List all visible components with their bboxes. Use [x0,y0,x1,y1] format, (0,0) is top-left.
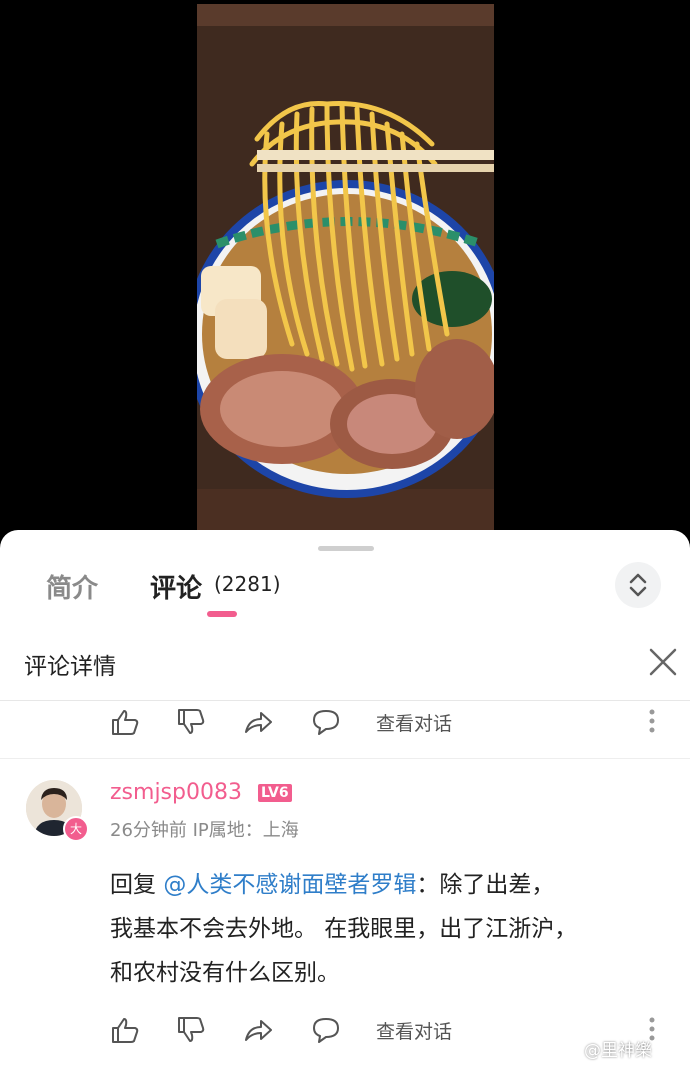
comment-meta: 26分钟前 IP属地：上海 [110,820,299,841]
comment-text-1: ：除了出差， [416,872,555,898]
level-badge: LV6 [258,784,292,802]
share-icon[interactable] [243,708,273,736]
view-conversation-link[interactable]: 查看对话 [376,1017,452,1044]
tab-intro[interactable]: 简介 [46,568,98,605]
action-row-parent: 查看对话 [0,700,690,740]
comment-detail-header: 评论详情 [0,625,690,701]
share-icon[interactable] [243,1016,273,1044]
close-icon[interactable] [648,647,678,677]
mention-link[interactable]: @人类不感谢面壁者罗辑 [163,872,416,898]
comment-detail-title: 评论详情 [24,654,116,680]
tab-comments[interactable]: 评论 [150,568,202,605]
video-player[interactable] [0,0,690,540]
vip-badge: 大 [63,816,89,842]
dislike-icon[interactable] [176,1016,206,1044]
like-icon[interactable] [110,1016,140,1044]
comment-line-1: 回复 @人类不感谢面壁者罗辑：除了出差， [110,863,670,907]
comment-line-3: 和农村没有什么区别。 [110,960,340,986]
comment-body: 回复 @人类不感谢面壁者罗辑：除了出差， 我基本不会去外地。 在我眼里，出了江浙… [110,863,670,995]
comment-count: (2281) [214,572,281,596]
comment-sheet: 简介 评论 (2281) 评论详情 查看对话 大 zsmjsp0083 LV6 … [0,530,690,1065]
watermark: @里神樂 [584,1041,652,1061]
username[interactable]: zsmjsp0083 [110,780,242,805]
reply-icon[interactable] [311,708,341,736]
more-icon[interactable] [646,706,658,736]
collapse-button[interactable] [615,562,661,608]
drag-handle[interactable] [318,546,374,551]
ramen-image [197,4,494,530]
chevron-up-down-icon [629,573,647,597]
view-conversation-link[interactable]: 查看对话 [376,709,452,736]
reply-prefix: 回复 [110,872,164,898]
reply-icon[interactable] [311,1016,341,1044]
like-icon[interactable] [110,708,140,736]
comment-line-2: 我基本不会去外地。 在我眼里，出了江浙沪， [110,916,578,942]
dislike-icon[interactable] [176,708,206,736]
active-tab-indicator [207,611,237,617]
divider [0,758,690,759]
video-frame[interactable] [197,4,494,530]
